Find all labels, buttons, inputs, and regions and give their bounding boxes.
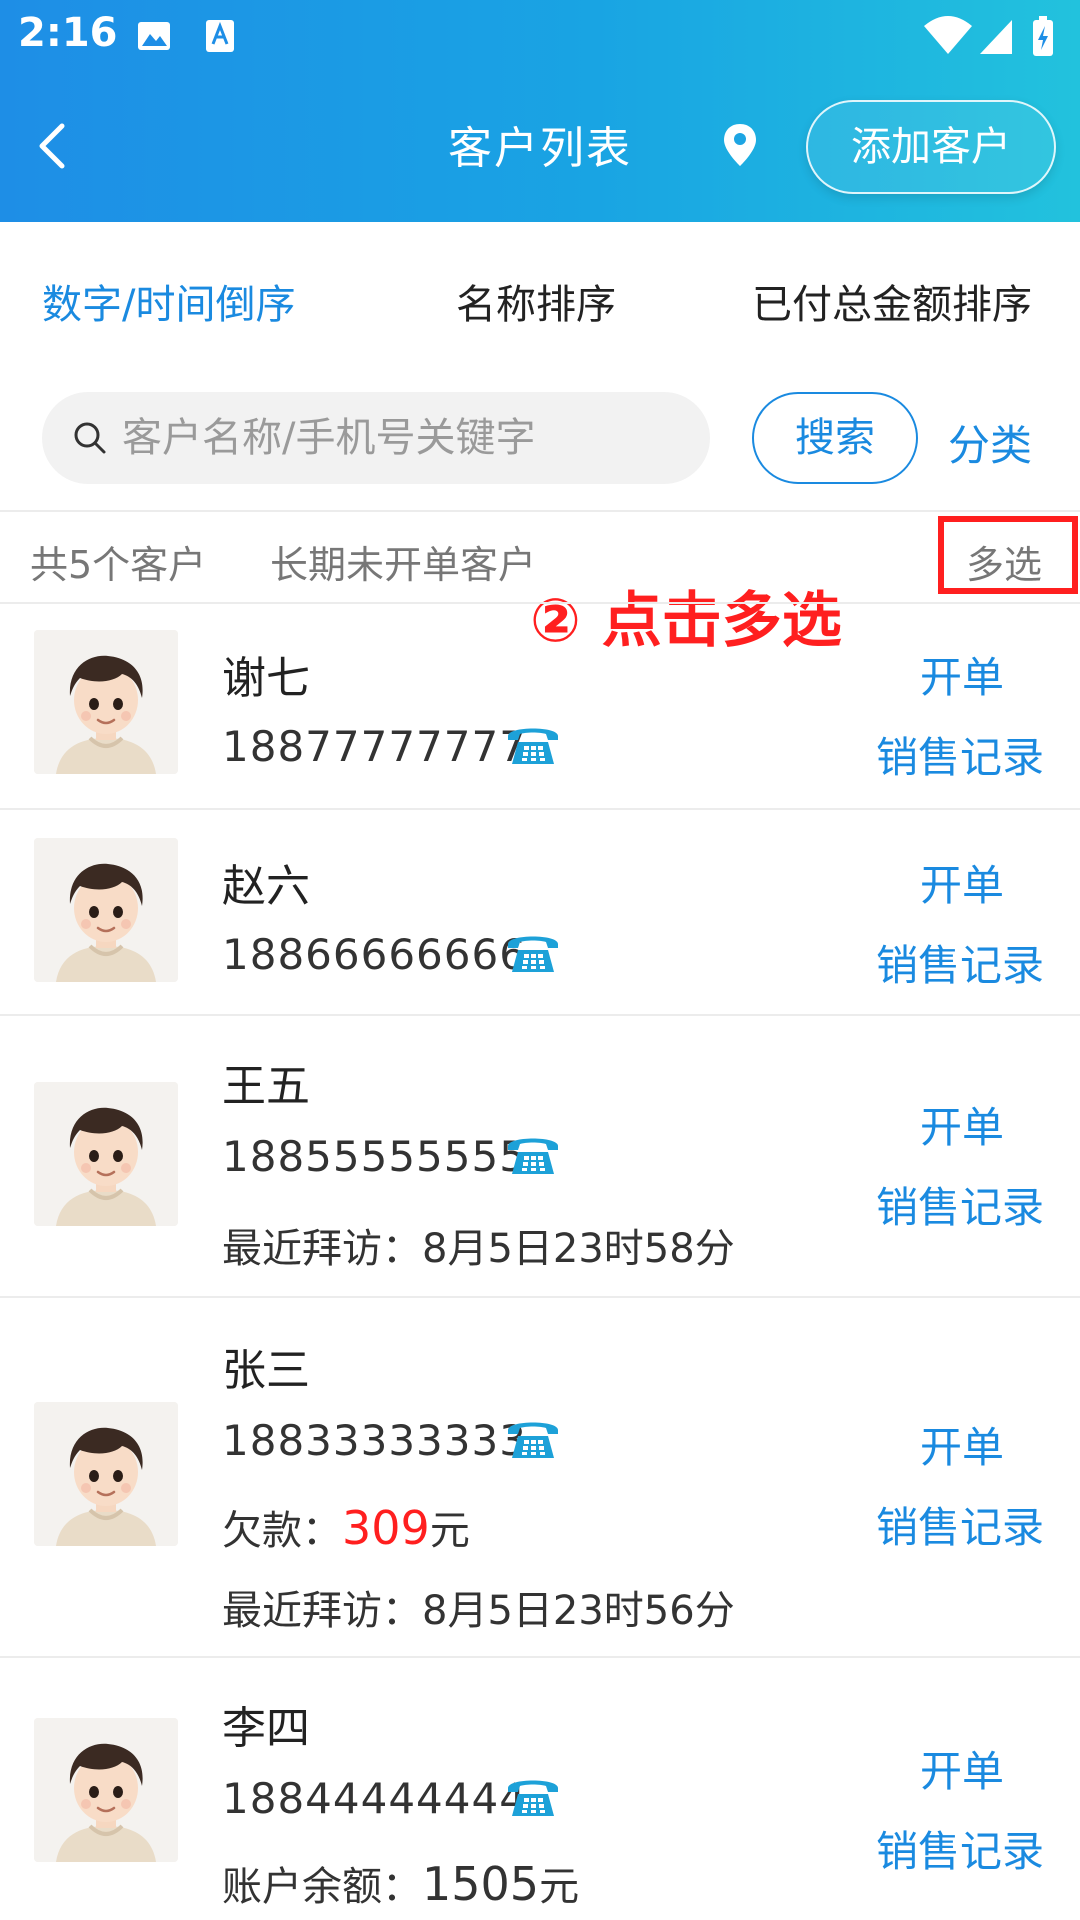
divider (0, 510, 1080, 512)
battery-icon (1033, 16, 1053, 56)
customer-phone: 18877777777 (222, 722, 527, 771)
sort-tab-time-desc[interactable]: 数字/时间倒序 (42, 272, 295, 330)
highlight-box (938, 516, 1078, 594)
customer-name: 张三 (222, 1345, 310, 1396)
search-button[interactable]: 搜索 (752, 392, 918, 484)
inactive-customers-filter[interactable]: 长期未开单客户 (270, 534, 536, 589)
sales-record-button[interactable]: 销售记录 (876, 1174, 1044, 1235)
sales-record-button[interactable]: 销售记录 (876, 724, 1044, 785)
customer-row[interactable]: 李四 18844444444 账户余额：1505元 开单 销售记录 (0, 1658, 1080, 1920)
open-order-button[interactable]: 开单 (920, 1414, 1004, 1475)
customer-name: 赵六 (222, 861, 310, 912)
sales-record-button[interactable]: 销售记录 (876, 1818, 1044, 1879)
customer-row[interactable]: 谢七 18877777777 开单 销售记录 (0, 604, 1080, 808)
open-order-button[interactable]: 开单 (920, 644, 1004, 705)
last-visit: 最近拜访：8月5日23时58分 (222, 1226, 735, 1272)
status-time: 2:16 (18, 10, 118, 56)
open-order-button[interactable]: 开单 (920, 1738, 1004, 1799)
sales-record-button[interactable]: 销售记录 (876, 932, 1044, 993)
avatar (34, 1402, 178, 1546)
customer-name: 王五 (222, 1061, 310, 1112)
customer-phone: 18866666666 (222, 930, 527, 979)
customer-row[interactable]: 赵六 18866666666 开单 销售记录 (0, 810, 1080, 1014)
debt-amount: 欠款：309元 (222, 1501, 470, 1555)
avatar (34, 1718, 178, 1862)
search-box (42, 392, 710, 484)
avatar (34, 1082, 178, 1226)
sort-tab-paid-amount[interactable]: 已付总金额排序 (752, 272, 1032, 330)
accessibility-icon (206, 20, 234, 52)
sort-tab-name[interactable]: 名称排序 (456, 272, 616, 330)
telephone-icon[interactable] (504, 928, 562, 976)
customer-row[interactable]: 张三 18833333333 欠款：309元 最近拜访：8月5日23时56分 开… (0, 1298, 1080, 1656)
category-button[interactable]: 分类 (948, 412, 1032, 473)
avatar (34, 838, 178, 982)
add-customer-button[interactable]: 添加客户 (806, 100, 1056, 194)
account-balance: 账户余额：1505元 (222, 1857, 580, 1911)
telephone-icon[interactable] (504, 720, 562, 768)
customer-count: 共5个客户 (30, 543, 207, 587)
telephone-icon[interactable] (504, 1414, 562, 1462)
search-icon (74, 422, 106, 454)
location-pin-icon[interactable] (720, 118, 760, 174)
app-header: 2:16 客户列表 添加客户 (0, 0, 1080, 222)
telephone-icon[interactable] (504, 1772, 562, 1820)
avatar (34, 630, 178, 774)
sales-record-button[interactable]: 销售记录 (876, 1494, 1044, 1555)
open-order-button[interactable]: 开单 (920, 1094, 1004, 1155)
telephone-icon[interactable] (504, 1130, 562, 1178)
status-bar: 2:16 (0, 0, 1080, 74)
customer-phone: 18833333333 (222, 1416, 527, 1465)
last-visit: 最近拜访：8月5日23时56分 (222, 1588, 735, 1634)
customer-row[interactable]: 王五 18855555555 最近拜访：8月5日23时58分 开单 销售记录 (0, 1016, 1080, 1296)
open-order-button[interactable]: 开单 (920, 852, 1004, 913)
customer-name: 李四 (222, 1703, 310, 1754)
customer-phone: 18855555555 (222, 1132, 527, 1181)
search-input[interactable] (122, 392, 682, 484)
image-icon (138, 22, 170, 50)
customer-phone: 18844444444 (222, 1774, 527, 1823)
signal-icon (980, 20, 1012, 54)
customer-name: 谢七 (222, 653, 310, 704)
wifi-icon (924, 16, 972, 54)
sort-tabs: 数字/时间倒序 名称排序 已付总金额排序 (0, 222, 1080, 372)
